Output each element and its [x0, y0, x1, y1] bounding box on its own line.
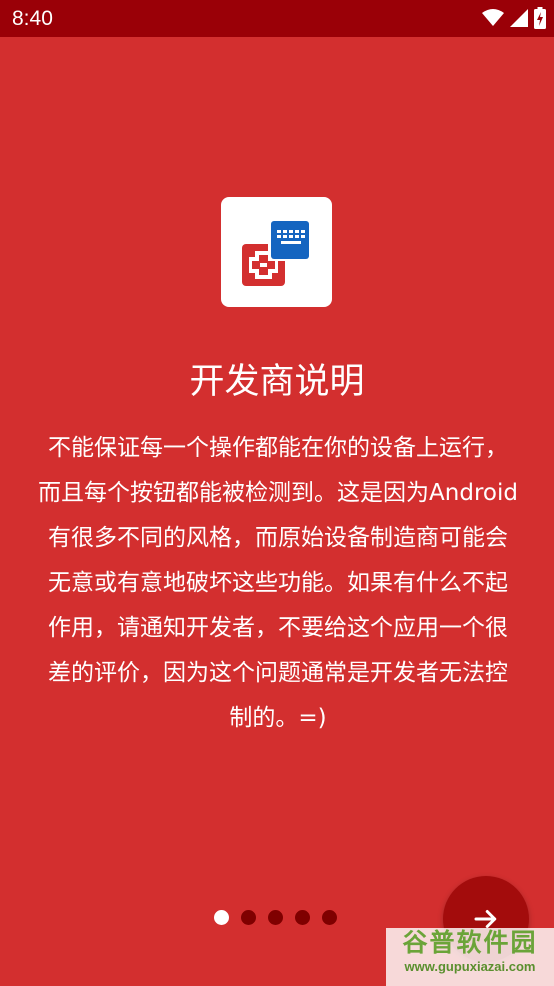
page-indicator-dot-1[interactable]: [214, 910, 229, 925]
status-bar: 8:40: [0, 0, 554, 37]
onboarding-screen: 8:40 开发商说明 不能保证每一个操作都能在你的设备上运行， 而且每个按钮都能…: [0, 0, 554, 986]
status-icons: [482, 6, 546, 30]
description-line: 作用，请通知开发者，不要给这个应用一个很: [48, 615, 508, 641]
signal-icon: [510, 9, 528, 27]
status-time: 8:40: [12, 7, 53, 30]
description-line: 差的评价，因为这个问题通常是开发者无法控: [48, 660, 508, 686]
description-text: 不能保证每一个操作都能在你的设备上运行， 而且每个按钮都能被检测到。这是因为An…: [22, 426, 534, 741]
page-title: 开发商说明: [189, 362, 365, 402]
description-line: 制的。=): [229, 705, 327, 731]
page-indicator-dot-3[interactable]: [268, 910, 283, 925]
wifi-icon: [482, 9, 504, 26]
battery-charging-icon: [534, 7, 546, 29]
page-indicator-dot-5[interactable]: [322, 910, 337, 925]
app-logo: [221, 197, 332, 307]
description-line: 而且每个按钮都能被检测到。这是因为Android: [38, 480, 518, 506]
page-indicator: [214, 910, 337, 925]
page-indicator-dot-4[interactable]: [295, 910, 310, 925]
watermark-title: 谷普软件园: [402, 928, 538, 957]
page-indicator-dot-2[interactable]: [241, 910, 256, 925]
description-line: 有很多不同的风格，而原始设备制造商可能会: [48, 525, 508, 551]
watermark-url: www.gupuxiazai.com: [404, 959, 536, 974]
description-line: 无意或有意地破坏这些功能。如果有什么不起: [48, 570, 508, 596]
gamepad-keyboard-icon: [242, 218, 311, 286]
description-line: 不能保证每一个操作都能在你的设备上运行，: [48, 435, 508, 461]
watermark-logo: 谷普软件园 www.gupuxiazai.com: [386, 928, 554, 986]
